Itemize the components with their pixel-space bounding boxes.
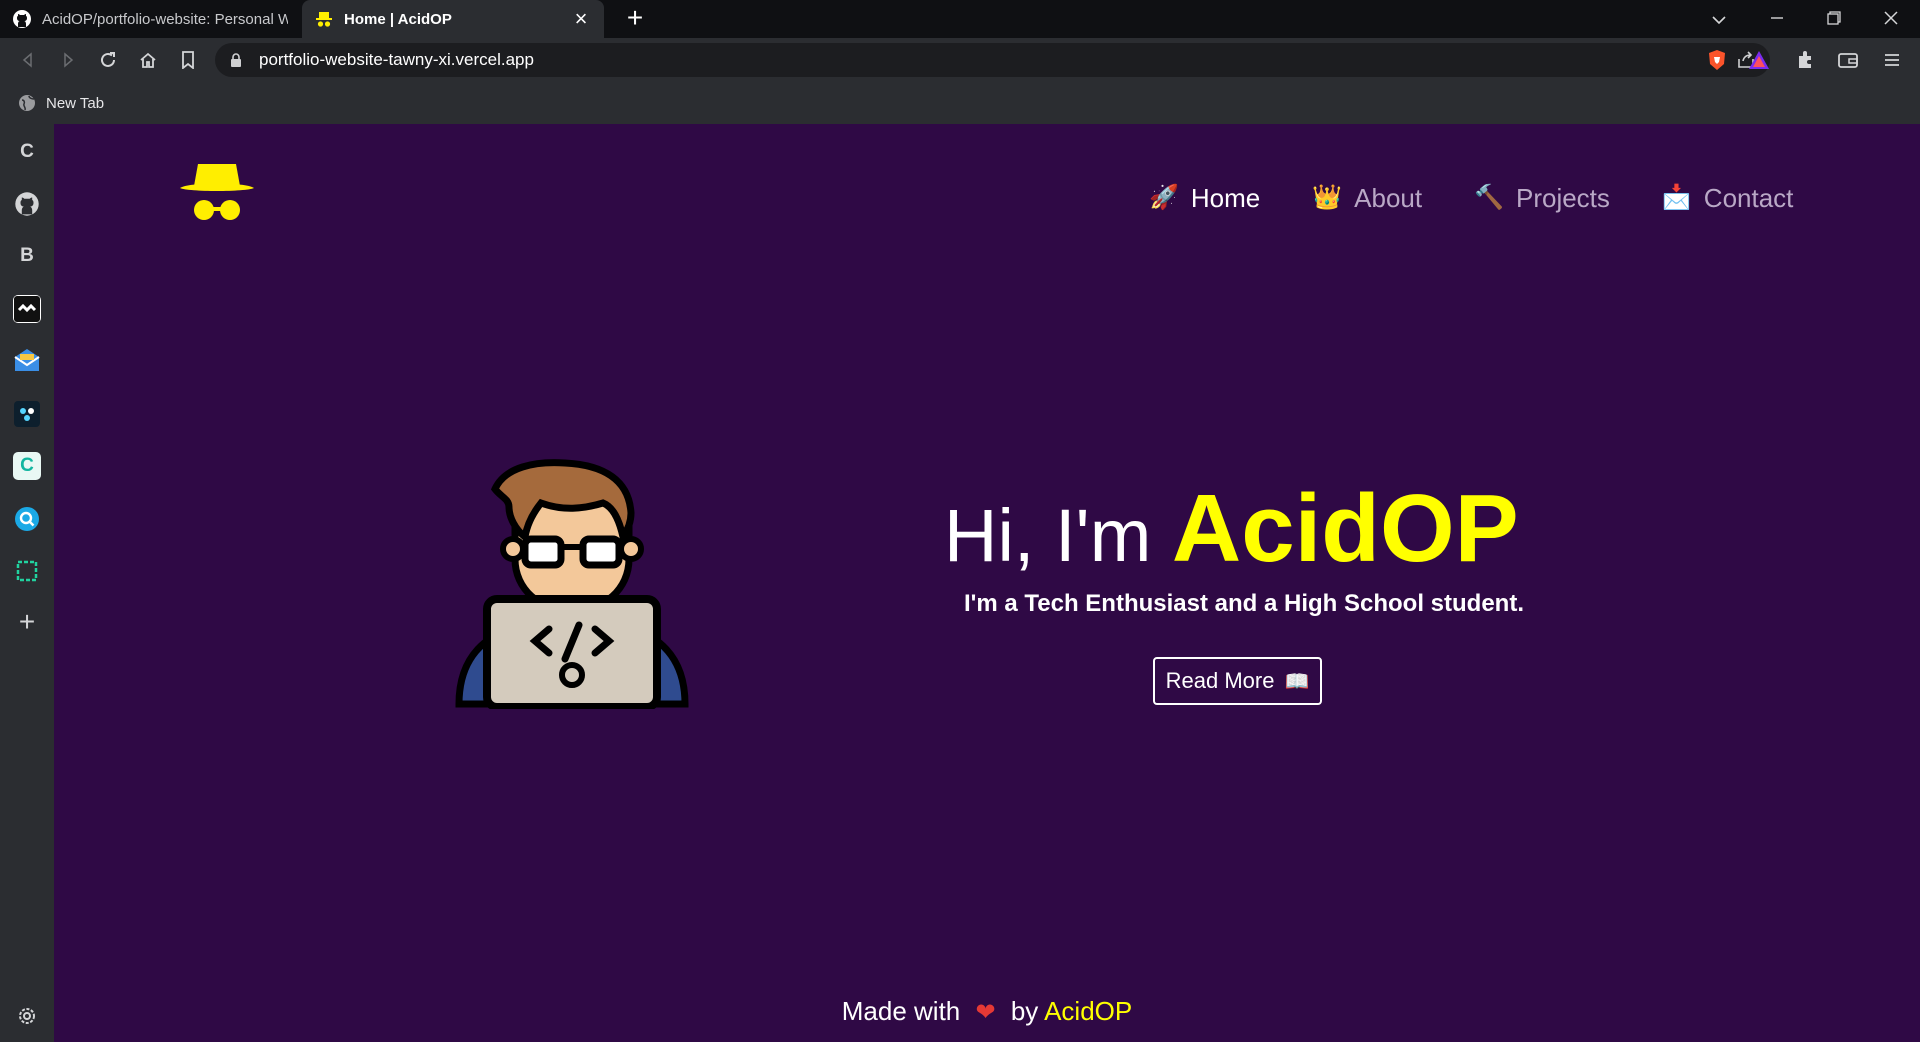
tab-github[interactable]: AcidOP/portfolio-website: Personal W (0, 0, 300, 38)
hero-name: AcidOP (1171, 475, 1519, 582)
spy-hat-icon (314, 9, 334, 29)
nav-label: Projects (1515, 182, 1610, 213)
browser-toolbar: portfolio-website-tawny-xi.vercel.app (0, 38, 1920, 82)
nav-label: About (1354, 182, 1423, 213)
settings-icon[interactable] (13, 1002, 41, 1030)
restore-icon[interactable] (1819, 4, 1849, 34)
footer-brand-link[interactable]: AcidOP (1044, 996, 1132, 1026)
forward-icon[interactable] (54, 46, 82, 74)
brave-rewards-icon[interactable] (1745, 46, 1773, 74)
reload-icon[interactable] (94, 46, 122, 74)
hero-greeting: Hi, I'm (944, 494, 1152, 577)
spy-hat-logo[interactable] (178, 160, 256, 222)
open-book-icon: 📖 (1284, 670, 1310, 693)
nav-home[interactable]: 🚀 Home (1149, 183, 1260, 214)
main-nav: 🚀 Home 👑 About 🔨 Projects 📩 Contact (1149, 178, 1845, 218)
wallet-icon[interactable] (1834, 46, 1862, 74)
nav-about[interactable]: 👑 About (1312, 183, 1422, 214)
read-more-button[interactable]: Read More 📖 (1153, 657, 1322, 705)
tab-title: Home | AcidOP (344, 10, 452, 28)
tab-strip: AcidOP/portfolio-website: Personal W Hom… (0, 0, 1920, 38)
brave-shield-icon[interactable] (1703, 46, 1731, 74)
search-app-icon[interactable] (13, 505, 41, 533)
read-more-label: Read More (1165, 668, 1275, 693)
home-icon[interactable] (134, 46, 162, 74)
chevron-down-icon[interactable] (1704, 4, 1734, 34)
bookmark-icon[interactable] (174, 46, 202, 74)
rocket-icon: 🚀 (1149, 184, 1179, 211)
envelope-icon: 📩 (1661, 184, 1692, 211)
nav-label: Contact (1703, 182, 1794, 213)
bookmark-new-tab[interactable]: New Tab (18, 94, 104, 112)
b-icon[interactable]: B (13, 242, 41, 270)
menu-icon[interactable] (1878, 46, 1906, 74)
heart-icon: ❤ (975, 999, 996, 1026)
back-icon[interactable] (14, 46, 42, 74)
nav-label: Home (1190, 182, 1261, 213)
plus-icon[interactable]: + (13, 606, 41, 637)
new-tab-button[interactable]: + (620, 4, 650, 34)
tab-home-acidop[interactable]: Home | AcidOP × (302, 0, 604, 38)
link-icon[interactable] (13, 295, 41, 323)
footer-made-with: Made with (841, 996, 961, 1026)
hero-subtitle: I'm a Tech Enthusiast and a High School … (964, 590, 1524, 617)
footer: Made with ❤ by AcidOP (54, 996, 1920, 1027)
crop-icon[interactable] (13, 557, 41, 585)
globe-icon (18, 94, 36, 112)
bookmark-label: New Tab (46, 94, 105, 112)
extensions-icon[interactable] (1792, 46, 1820, 74)
nav-contact[interactable]: 📩 Contact (1662, 183, 1794, 214)
crown-icon: 👑 (1312, 184, 1343, 211)
url-text: portfolio-website-tawny-xi.vercel.app (259, 50, 534, 69)
close-window-icon[interactable] (1876, 4, 1906, 34)
github-icon (12, 9, 32, 29)
minimize-icon[interactable] (1762, 4, 1792, 34)
nav-projects[interactable]: 🔨 Projects (1474, 183, 1610, 214)
c-icon[interactable]: C (13, 138, 41, 166)
developer-avatar (447, 459, 697, 711)
c-app-icon[interactable]: C (13, 452, 41, 480)
mail-icon[interactable] (13, 347, 41, 375)
hammer-icon: 🔨 (1474, 184, 1504, 211)
tab-title: AcidOP/portfolio-website: Personal W (42, 10, 288, 28)
address-bar[interactable]: portfolio-website-tawny-xi.vercel.app (215, 43, 1770, 77)
footer-by: by (1010, 996, 1039, 1026)
bookmarks-bar: New Tab (0, 82, 1920, 124)
lock-icon (229, 52, 243, 68)
website-page: 🚀 Home 👑 About 🔨 Projects 📩 Contact Hi, … (54, 124, 1920, 1042)
hero-title: Hi, I'm AcidOP (944, 474, 1544, 584)
puzzle-icon[interactable] (13, 400, 41, 428)
browser-sidebar: C B C + (0, 124, 54, 1042)
github-icon[interactable] (13, 190, 41, 218)
close-tab-icon[interactable]: × (570, 8, 592, 30)
